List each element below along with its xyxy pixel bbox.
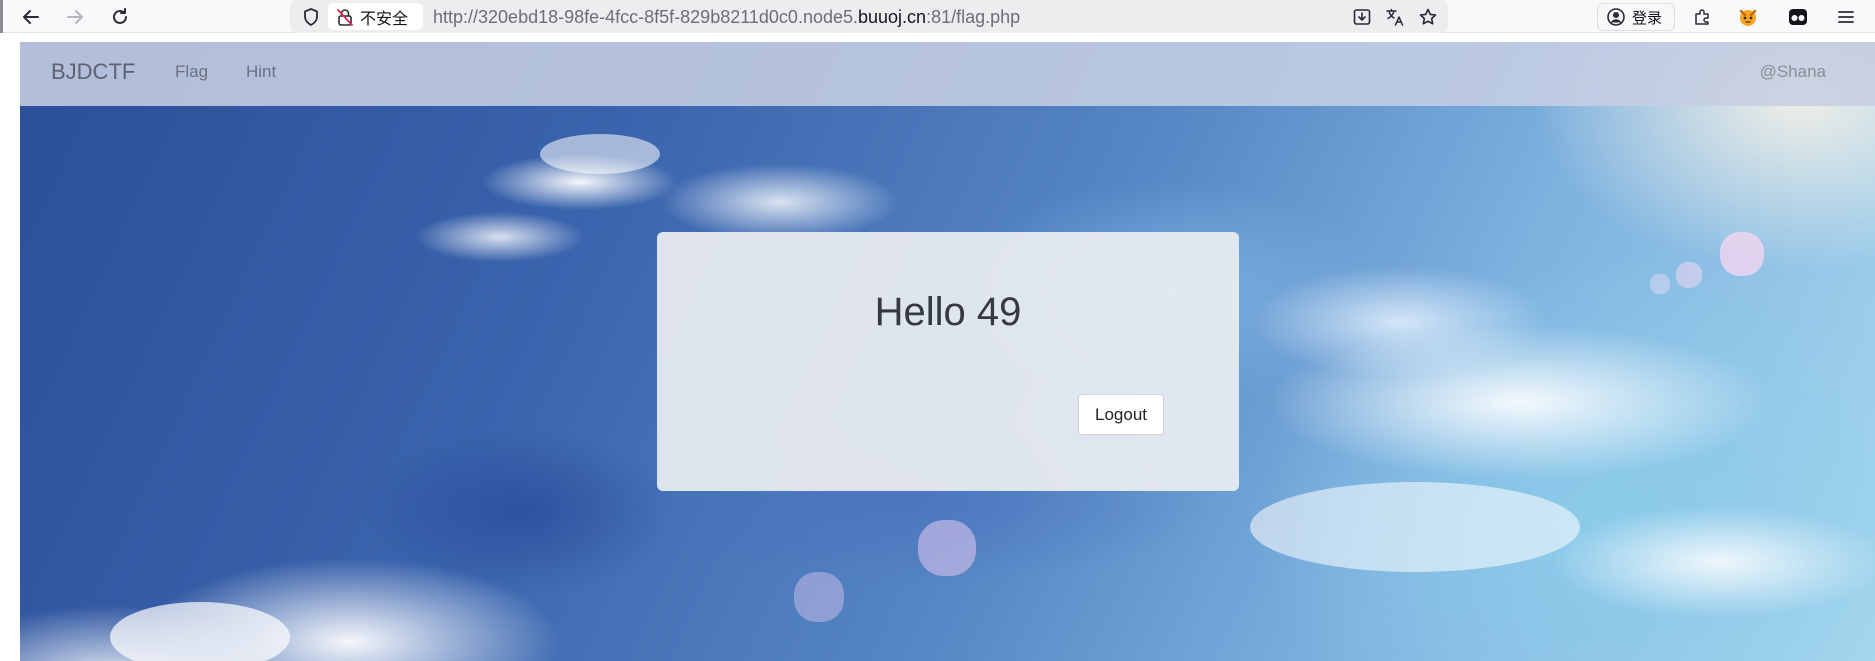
translate-button[interactable] <box>1383 5 1407 29</box>
decorative-cloud <box>110 602 290 661</box>
app-menu-button[interactable] <box>1834 5 1858 29</box>
nav-link-hint[interactable]: Hint <box>246 62 276 82</box>
browser-toolbar: 不安全 http://320ebd18-98fe-4fcc-8f5f-829b8… <box>0 0 1875 33</box>
account-icon <box>1607 8 1625 26</box>
url-suffix: :81/flag.php <box>926 7 1021 27</box>
private-mask-icon <box>1789 9 1807 25</box>
url-prefix: http://320ebd18-98fe-4fcc-8f5f-829b8211d… <box>433 7 858 27</box>
star-icon <box>1419 8 1437 25</box>
logout-button[interactable]: Logout <box>1078 394 1164 435</box>
site-navbar: BJDCTF Flag Hint @Shana <box>20 42 1875 106</box>
reload-button[interactable] <box>106 3 134 31</box>
site-brand[interactable]: BJDCTF <box>51 59 135 85</box>
account-login-button[interactable]: 登录 <box>1597 3 1675 31</box>
decorative-bokeh <box>794 572 844 622</box>
save-page-button[interactable] <box>1350 5 1374 29</box>
url-text[interactable]: http://320ebd18-98fe-4fcc-8f5f-829b8211d… <box>433 7 1020 28</box>
insecure-lock-icon <box>337 8 353 26</box>
decorative-bokeh <box>918 520 976 576</box>
welcome-card: Hello 49 Logout <box>657 232 1239 491</box>
site-security-button[interactable]: 不安全 <box>328 3 423 30</box>
back-button[interactable] <box>17 3 45 31</box>
extensions-button[interactable] <box>1690 5 1714 29</box>
login-label: 登录 <box>1632 9 1663 27</box>
nav-link-flag[interactable]: Flag <box>175 62 208 82</box>
decorative-bokeh <box>1720 232 1764 276</box>
forward-arrow-icon <box>67 10 83 24</box>
page-viewport: BJDCTF Flag Hint @Shana Hello 49 Logout <box>20 42 1875 661</box>
decorative-cloud <box>540 134 660 174</box>
hamburger-menu-icon <box>1838 11 1854 23</box>
private-mode-indicator[interactable] <box>1786 5 1810 29</box>
url-domain: buuoj.cn <box>858 7 927 27</box>
tracking-protection-button[interactable] <box>300 6 322 28</box>
extensions-icon <box>1695 9 1709 25</box>
fox-extension-button[interactable] <box>1736 5 1760 29</box>
save-page-icon <box>1353 9 1371 25</box>
back-arrow-icon <box>23 10 39 24</box>
translate-icon <box>1386 8 1404 26</box>
reload-icon <box>113 8 127 24</box>
forward-button[interactable] <box>61 3 89 31</box>
security-label: 不安全 <box>360 10 409 28</box>
decorative-bokeh <box>1650 274 1670 294</box>
window-edge <box>0 0 3 33</box>
shield-icon <box>304 8 318 26</box>
user-link[interactable]: @Shana <box>1760 62 1826 82</box>
fox-icon <box>1739 9 1757 26</box>
bookmark-button[interactable] <box>1416 5 1440 29</box>
greeting-heading: Hello 49 <box>874 290 1022 334</box>
decorative-bokeh <box>1676 262 1702 288</box>
decorative-cloud <box>1250 482 1580 572</box>
